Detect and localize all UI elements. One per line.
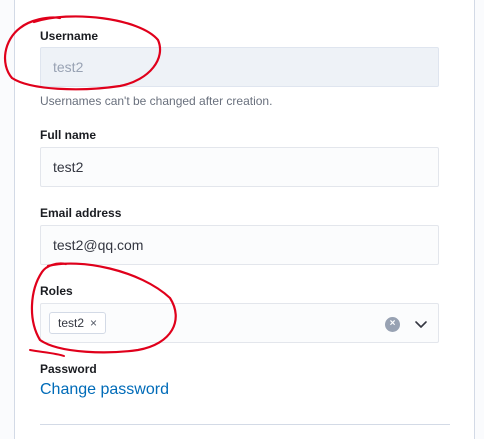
username-label: Username bbox=[40, 29, 99, 43]
full-name-label: Full name bbox=[40, 128, 97, 142]
roles-annotation-tail bbox=[29, 349, 65, 357]
email-label: Email address bbox=[40, 206, 122, 220]
full-name-value: test2 bbox=[53, 159, 84, 175]
form-divider bbox=[40, 424, 450, 425]
email-value: test2@qq.com bbox=[53, 237, 144, 253]
username-help-text: Usernames can't be changed after creatio… bbox=[40, 94, 273, 108]
left-panel-edge bbox=[0, 0, 15, 439]
username-field: test2 bbox=[40, 47, 439, 87]
email-field[interactable]: test2@qq.com bbox=[40, 225, 439, 265]
password-label: Password bbox=[40, 362, 97, 376]
chevron-down-icon[interactable] bbox=[414, 317, 428, 331]
username-value: test2 bbox=[53, 59, 84, 75]
right-panel-edge bbox=[474, 0, 484, 439]
roles-combobox[interactable]: test2 × × bbox=[40, 303, 439, 343]
clear-selection-icon[interactable]: × bbox=[385, 316, 400, 332]
full-name-field[interactable]: test2 bbox=[40, 147, 439, 187]
remove-role-icon[interactable]: × bbox=[90, 316, 97, 330]
edit-user-form-page: Username test2 Usernames can't be change… bbox=[0, 0, 484, 439]
roles-label: Roles bbox=[40, 284, 73, 298]
role-pill-label: test2 bbox=[58, 316, 85, 330]
change-password-link[interactable]: Change password bbox=[40, 381, 169, 399]
role-pill: test2 × bbox=[49, 312, 107, 334]
combobox-controls: × bbox=[385, 304, 428, 344]
